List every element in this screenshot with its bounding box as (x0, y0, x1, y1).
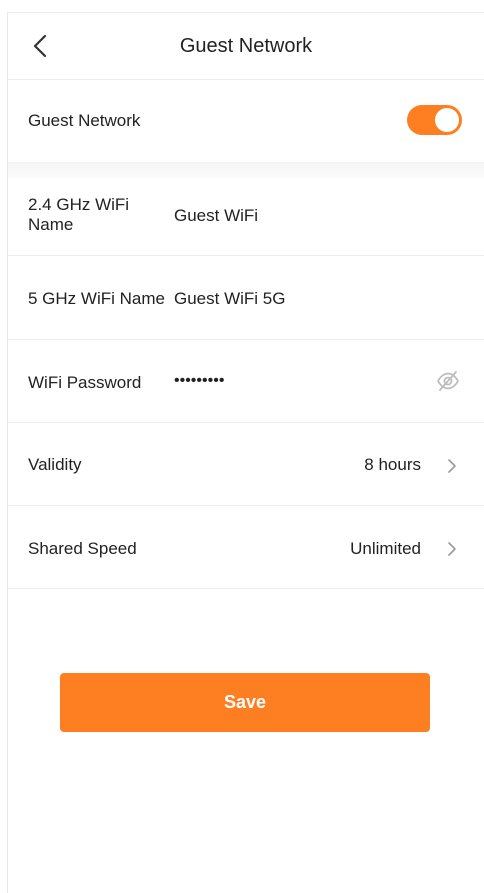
top-bar: Guest Network (8, 13, 484, 80)
wifi-password-input[interactable]: ••••••••• (174, 372, 224, 390)
guest-network-toggle[interactable] (407, 105, 462, 135)
wifi-password-row: WiFi Password ••••••••• (8, 340, 484, 423)
guest-network-screen: Guest Network Guest Network 2.4 GHz WiFi… (7, 12, 484, 893)
save-button[interactable]: Save (60, 673, 430, 732)
eye-hidden-icon[interactable] (436, 369, 460, 393)
guest-network-label: Guest Network (28, 111, 141, 130)
section-divider (8, 162, 484, 178)
validity-row[interactable]: Validity 8 hours (8, 423, 484, 506)
validity-label: Validity (28, 455, 82, 474)
wifi-24-name-input[interactable]: Guest WiFi (174, 206, 258, 226)
toggle-knob (435, 108, 459, 132)
wifi-24-label: 2.4 GHz WiFi Name (28, 195, 130, 234)
wifi-5-row: 5 GHz WiFi Name Guest WiFi 5G (8, 256, 484, 340)
guest-network-row: Guest Network (8, 79, 484, 162)
wifi-24-row: 2.4 GHz WiFi Name Guest WiFi (8, 178, 484, 256)
page-title: Guest Network (179, 35, 313, 57)
chevron-right-icon (448, 459, 456, 473)
shared-speed-value: Unlimited (350, 539, 421, 558)
chevron-right-icon (448, 542, 456, 556)
wifi-5-name-input[interactable]: Guest WiFi 5G (174, 289, 285, 309)
wifi-password-label: WiFi Password (28, 373, 142, 392)
shared-speed-row[interactable]: Shared Speed Unlimited (8, 506, 484, 589)
wifi-5-label: 5 GHz WiFi Name (28, 289, 165, 308)
shared-speed-label: Shared Speed (28, 539, 137, 558)
validity-value: 8 hours (364, 455, 421, 474)
